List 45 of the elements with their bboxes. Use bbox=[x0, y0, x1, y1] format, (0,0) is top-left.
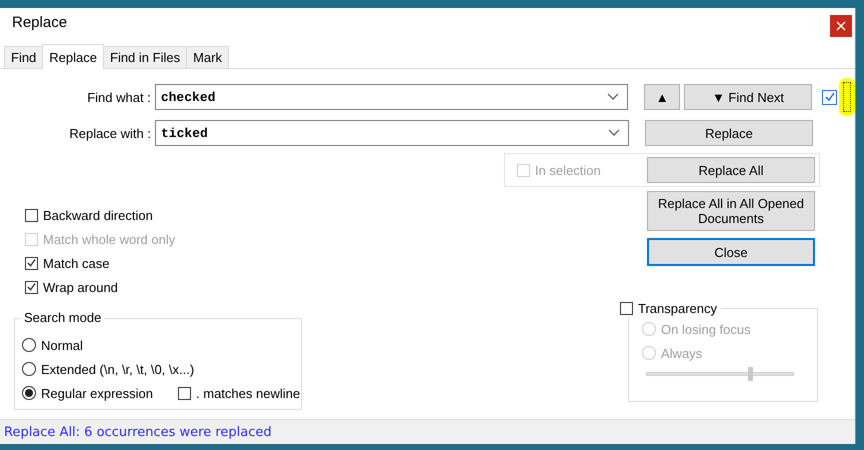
radio-label: Normal bbox=[41, 338, 83, 352]
checkbox-label: Wrap around bbox=[43, 280, 118, 294]
replace-all-button[interactable]: Replace All bbox=[647, 157, 815, 183]
checkbox[interactable] bbox=[25, 256, 38, 270]
field-label: Replace with : bbox=[68, 126, 152, 140]
slider-thumb[interactable] bbox=[748, 367, 753, 381]
checkbox-label: Match case bbox=[43, 256, 110, 270]
field-label: Find what : bbox=[86, 90, 152, 104]
highlight-mark bbox=[839, 78, 855, 116]
close-icon bbox=[836, 20, 846, 30]
tab[interactable]: Find bbox=[4, 46, 44, 68]
radio-label: Regular expression bbox=[41, 386, 154, 400]
replace-button[interactable]: Replace bbox=[645, 120, 813, 146]
radio-button[interactable] bbox=[22, 362, 36, 376]
tab[interactable]: Replace bbox=[42, 44, 104, 69]
tab[interactable]: Find in Files bbox=[103, 46, 188, 68]
transparency-slider[interactable] bbox=[646, 367, 794, 381]
radio-button[interactable] bbox=[22, 338, 36, 352]
chevron-icon bbox=[607, 93, 620, 101]
checkbox[interactable] bbox=[178, 386, 192, 400]
find-next-button[interactable]: ▼ Find Next bbox=[684, 84, 812, 110]
find-what-field[interactable]: checked bbox=[154, 84, 628, 110]
radio-label: On losing focus bbox=[661, 322, 751, 336]
radio-button[interactable] bbox=[22, 386, 36, 400]
checkbox-label: Match whole word only bbox=[43, 232, 176, 246]
find-previous-button[interactable]: ▲ bbox=[644, 84, 680, 110]
group-title: Search mode bbox=[21, 310, 104, 325]
checkbox[interactable] bbox=[25, 280, 38, 294]
checkbox[interactable] bbox=[822, 90, 837, 104]
window-title: Replace bbox=[12, 14, 68, 31]
chevron-icon bbox=[608, 129, 620, 137]
replace-with-field[interactable]: ticked bbox=[155, 120, 629, 146]
radio-label: Always bbox=[661, 346, 702, 360]
checkbox-label: Transparency bbox=[638, 300, 717, 316]
checkbox[interactable] bbox=[620, 302, 633, 314]
close-dialog-button[interactable]: Close bbox=[647, 238, 815, 266]
checkbox-label: Backward direction bbox=[43, 208, 153, 222]
status-text: Replace All: 6 occurrences were replaced bbox=[4, 424, 272, 440]
radio-label: Extended (\n, \r, \t, \0, \x...) bbox=[41, 362, 194, 376]
checkbox[interactable] bbox=[25, 208, 38, 222]
close-button[interactable] bbox=[830, 14, 852, 36]
tab[interactable]: Mark bbox=[186, 46, 229, 68]
checkbox-label: . matches newline bbox=[196, 386, 300, 400]
replace-all-opened-button[interactable]: Replace All in All Opened Documents bbox=[647, 191, 815, 231]
checkbox-label: In selection bbox=[535, 162, 601, 178]
